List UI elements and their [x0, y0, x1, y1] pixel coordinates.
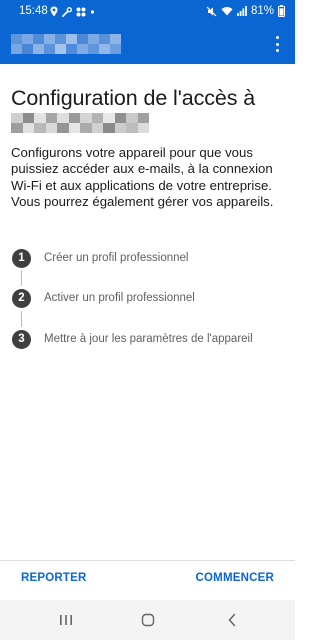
system-navigation-bar	[0, 600, 295, 640]
status-time: 15:48	[19, 5, 48, 17]
step-connector	[21, 270, 22, 286]
mute-icon	[206, 6, 217, 16]
start-button[interactable]: COMMENCER	[196, 572, 274, 584]
step-item: 2 Activer un profil professionnel	[12, 288, 195, 308]
step-item: 1 Créer un profil professionnel	[12, 248, 188, 268]
battery-icon	[278, 5, 285, 17]
grid-icon	[76, 7, 86, 16]
step-number-badge: 1	[12, 248, 31, 268]
step-label: Mettre à jour les paramètres de l'appare…	[44, 333, 253, 345]
step-number-badge: 2	[12, 288, 31, 308]
page-title: Configuration de l'accès à	[11, 86, 256, 110]
redacted-app-title	[11, 34, 121, 54]
intro-text: Configurons votre appareil pour que vous…	[11, 145, 274, 209]
dot-icon	[90, 9, 95, 14]
redacted-organization-name	[11, 113, 149, 133]
location-icon	[50, 6, 58, 17]
step-number-badge: 3	[12, 329, 31, 349]
status-notification-icons	[50, 6, 95, 17]
more-vertical-icon[interactable]	[273, 34, 281, 54]
app-bar	[0, 24, 295, 64]
back-icon[interactable]	[220, 612, 244, 628]
home-icon[interactable]	[136, 612, 160, 628]
signal-icon	[236, 6, 247, 16]
step-connector	[21, 311, 22, 327]
step-label: Activer un profil professionnel	[44, 292, 195, 304]
step-label: Créer un profil professionnel	[44, 252, 189, 264]
step-item: 3 Mettre à jour les paramètres de l'appa…	[12, 329, 253, 349]
status-bar: 15:48 81%	[0, 0, 295, 24]
wifi-icon	[221, 6, 233, 16]
status-system-icons: 81%	[206, 5, 285, 17]
battery-percent: 81%	[250, 5, 274, 17]
action-footer: REPORTER COMMENCER	[0, 560, 295, 600]
recent-apps-icon[interactable]	[54, 612, 78, 628]
tools-icon	[62, 6, 72, 17]
postpone-button[interactable]: REPORTER	[21, 572, 87, 584]
